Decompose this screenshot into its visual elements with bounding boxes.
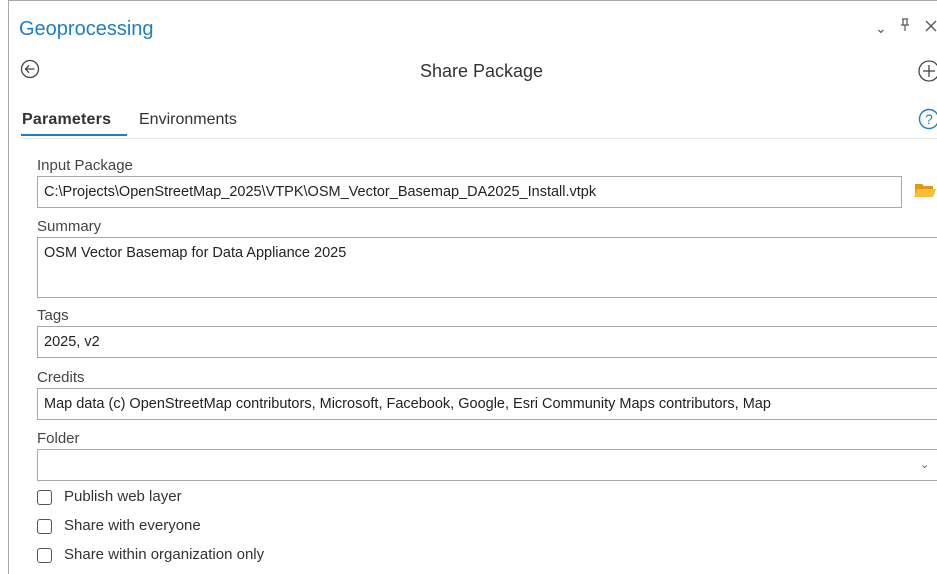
folder-label: Folder — [37, 430, 80, 447]
active-tab-indicator — [21, 134, 127, 136]
input-package-field[interactable]: C:\Projects\OpenStreetMap_2025\VTPK\OSM_… — [37, 176, 902, 208]
input-package-label: Input Package — [37, 157, 133, 174]
tags-label: Tags — [37, 307, 69, 324]
summary-field[interactable]: OSM Vector Basemap for Data Appliance 20… — [37, 237, 937, 298]
svg-text:?: ? — [925, 111, 933, 127]
publish-web-layer-checkbox[interactable]: Publish web layer — [37, 486, 182, 508]
pane-title: Geoprocessing — [19, 18, 154, 40]
add-icon[interactable] — [917, 59, 937, 83]
checkbox-label: Publish web layer — [64, 488, 182, 505]
help-icon[interactable]: ? — [917, 107, 937, 131]
tab-parameters[interactable]: Parameters — [22, 110, 111, 130]
share-with-everyone-checkbox[interactable]: Share with everyone — [37, 515, 201, 537]
summary-label: Summary — [37, 218, 102, 235]
checkbox-label: Share with everyone — [64, 517, 201, 534]
chevron-down-icon[interactable]: ⌄ — [875, 20, 887, 36]
checkbox-box[interactable] — [37, 547, 52, 563]
credits-field[interactable]: Map data (c) OpenStreetMap contributors,… — [37, 388, 937, 420]
tags-field[interactable]: 2025, v2 — [37, 326, 937, 358]
folder-select[interactable] — [37, 449, 937, 481]
tool-title: Share Package — [419, 61, 544, 81]
checkbox-label: Share within organization only — [64, 546, 265, 563]
checkbox-box[interactable] — [37, 489, 52, 505]
credits-label: Credits — [37, 369, 85, 386]
tab-environments[interactable]: Environments — [139, 110, 237, 130]
share-within-organization-checkbox[interactable]: Share within organization only — [37, 544, 264, 566]
pin-icon[interactable] — [900, 18, 910, 35]
chevron-down-icon[interactable]: ⌄ — [920, 458, 929, 471]
folder-icon[interactable] — [913, 180, 937, 200]
checkbox-box[interactable] — [37, 518, 52, 534]
close-icon[interactable] — [925, 18, 937, 35]
tab-divider — [21, 138, 937, 139]
